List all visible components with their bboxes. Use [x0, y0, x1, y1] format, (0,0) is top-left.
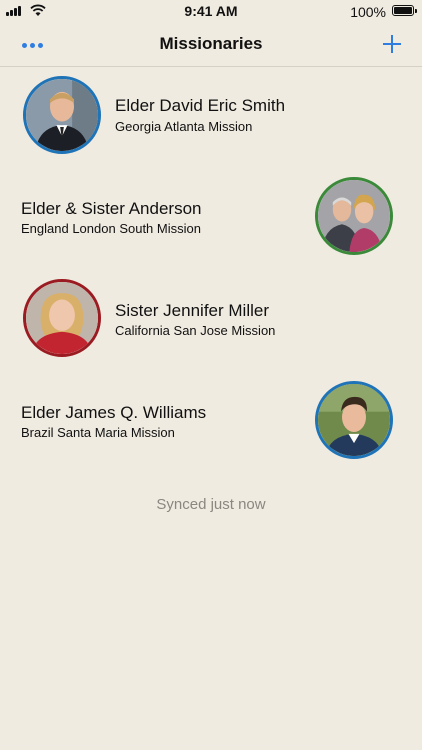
list-item[interactable]: Elder David Eric Smith Georgia Atlanta M…	[0, 66, 422, 168]
page-title: Missionaries	[159, 34, 263, 53]
missionary-name: Sister Jennifer Miller	[115, 301, 269, 320]
avatar	[23, 279, 101, 357]
sync-status: Synced just now	[156, 496, 266, 513]
plus-icon	[383, 35, 401, 53]
battery-percentage: 100%	[350, 4, 386, 20]
missionary-name: Elder David Eric Smith	[115, 96, 286, 115]
avatar	[315, 177, 393, 255]
list-item[interactable]: Elder James Q. Williams Brazil Santa Mar…	[0, 372, 422, 474]
missionary-name: Elder & Sister Anderson	[21, 199, 202, 218]
missionary-name: Elder James Q. Williams	[21, 403, 207, 422]
navigation-bar: Missionaries	[0, 22, 422, 67]
mission-name: Georgia Atlanta Mission	[115, 119, 253, 134]
add-button[interactable]	[380, 32, 404, 56]
person-photo-icon	[26, 79, 98, 151]
list-item[interactable]: Sister Jennifer Miller California San Jo…	[0, 270, 422, 372]
avatar	[315, 381, 393, 459]
mission-name: Brazil Santa Maria Mission	[21, 425, 175, 440]
list-item[interactable]: Elder & Sister Anderson England London S…	[0, 168, 422, 270]
person-photo-icon	[318, 384, 390, 456]
person-photo-icon	[26, 282, 98, 354]
mission-name: England London South Mission	[21, 221, 201, 236]
couple-photo-icon	[318, 180, 390, 252]
battery-icon	[392, 5, 417, 16]
status-bar: 9:41 AM 100%	[0, 0, 422, 22]
mission-name: California San Jose Mission	[115, 323, 276, 338]
avatar	[23, 76, 101, 154]
